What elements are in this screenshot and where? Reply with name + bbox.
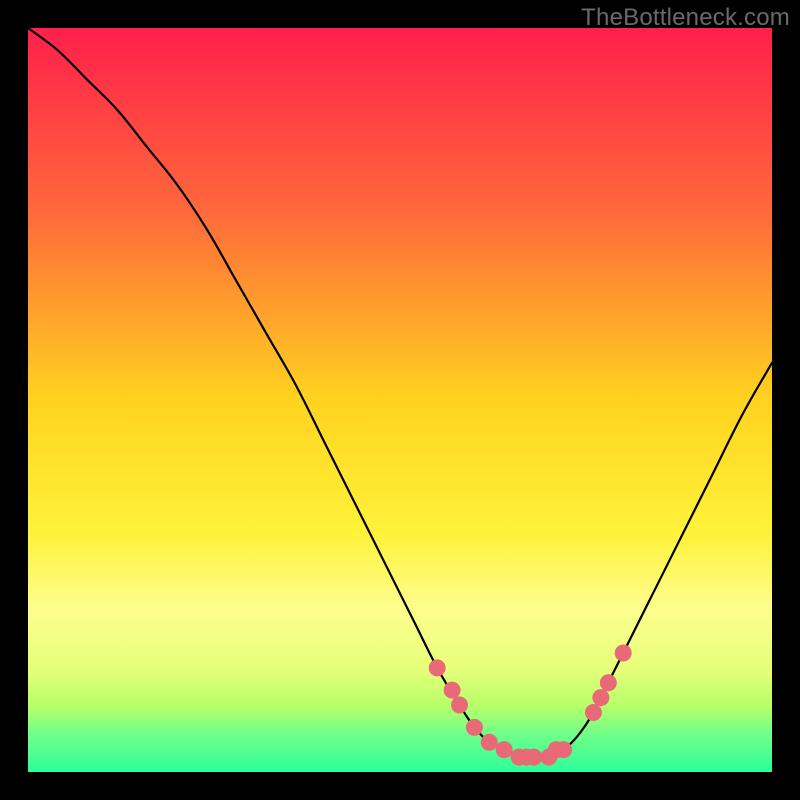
data-marker — [481, 734, 498, 751]
data-marker — [525, 749, 542, 766]
plot-area — [28, 28, 772, 772]
data-marker — [451, 697, 468, 714]
data-marker — [555, 741, 572, 758]
bottleneck-chart — [28, 28, 772, 772]
data-marker — [496, 741, 513, 758]
data-marker — [600, 674, 617, 691]
data-marker — [615, 644, 632, 661]
data-marker — [466, 719, 483, 736]
data-marker — [585, 704, 602, 721]
gradient-background — [28, 28, 772, 772]
watermark-text: TheBottleneck.com — [581, 4, 790, 32]
data-marker — [429, 659, 446, 676]
data-marker — [592, 689, 609, 706]
outer-frame: TheBottleneck.com — [0, 0, 800, 800]
data-marker — [444, 682, 461, 699]
